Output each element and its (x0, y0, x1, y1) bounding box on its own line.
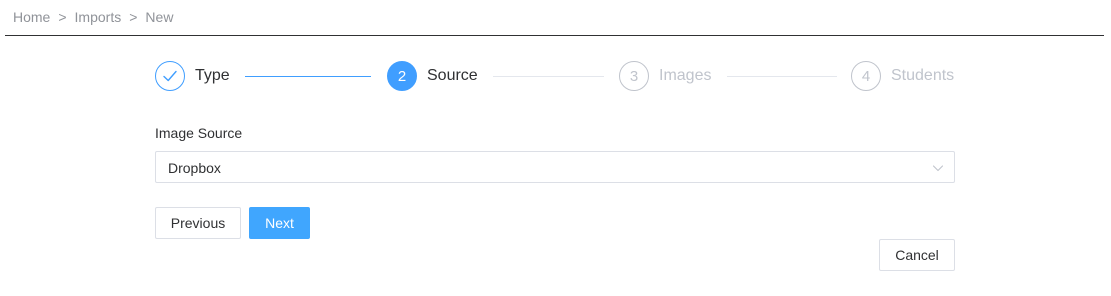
step-source-number: 2 (397, 67, 407, 85)
breadcrumb-home[interactable]: Home (13, 9, 50, 25)
header-divider (5, 35, 1104, 36)
image-source-select[interactable]: Dropbox (155, 151, 955, 183)
next-button[interactable]: Next (249, 207, 310, 239)
step-connector (727, 76, 837, 77)
image-source-label: Image Source (155, 125, 243, 141)
image-source-value: Dropbox (168, 160, 221, 176)
step-source-icon: 2 (387, 61, 417, 91)
breadcrumb-separator: > (129, 9, 138, 25)
import-wizard-page: Home > Imports > New Type 2 Source 3 Ima… (0, 0, 1111, 296)
cancel-button[interactable]: Cancel (879, 239, 955, 271)
breadcrumb: Home > Imports > New (13, 9, 173, 25)
step-connector (493, 76, 604, 77)
breadcrumb-separator: > (58, 9, 67, 25)
step-images-icon: 3 (619, 61, 649, 91)
chevron-down-icon (932, 165, 944, 172)
previous-button[interactable]: Previous (155, 207, 241, 239)
step-students-icon: 4 (851, 61, 881, 91)
step-type-label: Type (195, 67, 230, 84)
breadcrumb-new: New (145, 9, 174, 25)
step-images-number: 3 (629, 67, 639, 85)
step-connector (245, 76, 371, 77)
step-type-icon (155, 61, 185, 91)
steps-progress: Type 2 Source 3 Images 4 Students (155, 61, 955, 93)
step-images-label: Images (659, 67, 712, 84)
step-source-label: Source (427, 67, 478, 84)
breadcrumb-imports[interactable]: Imports (75, 9, 122, 25)
step-students-label: Students (891, 67, 955, 84)
checkmark-icon (163, 70, 177, 82)
step-students-number: 4 (861, 67, 871, 85)
